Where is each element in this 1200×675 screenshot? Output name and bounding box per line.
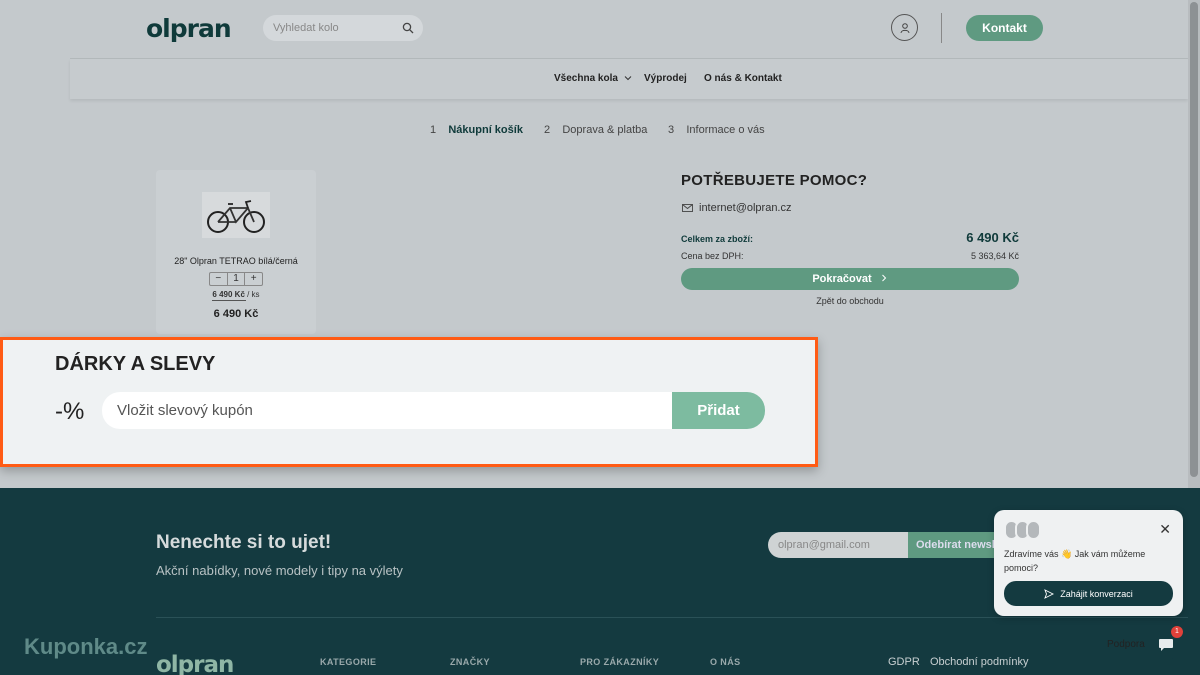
footer-link-terms[interactable]: Obchodní podmínky xyxy=(930,656,1028,668)
avatar xyxy=(1026,520,1041,540)
step-number: 3 xyxy=(668,124,675,136)
subscribe-button[interactable]: Odebírat newsletter xyxy=(908,532,1004,558)
continue-label: Pokračovat xyxy=(812,273,872,285)
summary-total-label: Celkem za zboží: xyxy=(681,234,754,244)
site-header: olpran Kontakt xyxy=(0,0,1188,58)
header-divider xyxy=(941,13,942,43)
newsletter-email-input[interactable] xyxy=(768,532,910,558)
account-button[interactable] xyxy=(891,14,918,41)
footer-logo[interactable]: olpran xyxy=(156,652,234,675)
footer-link-gdpr[interactable]: GDPR xyxy=(888,656,920,668)
search-box[interactable] xyxy=(263,15,423,41)
help-email[interactable]: internet@olpran.cz xyxy=(682,202,792,214)
user-icon xyxy=(900,22,909,33)
add-coupon-button[interactable]: Přidat xyxy=(672,392,765,429)
notification-badge: 1 xyxy=(1171,626,1183,638)
step-cart[interactable]: 1 Nákupní košík xyxy=(430,124,523,136)
start-chat-button[interactable]: Zahájit konverzaci xyxy=(1004,581,1173,606)
chat-icon xyxy=(1159,639,1173,651)
unit-price-suffix: / ks xyxy=(244,290,260,299)
item-total-price: 6 490 Kč xyxy=(213,308,259,320)
nav-item-all-bikes[interactable]: Všechna kola xyxy=(554,73,632,84)
summary-net-value: 5 363,64 Kč xyxy=(970,251,1019,261)
nav-item-about[interactable]: O nás & Kontakt xyxy=(704,73,782,84)
nav-item-sale[interactable]: Výprodej xyxy=(644,73,687,84)
summary-total-row: Celkem za zboží: 6 490 Kč xyxy=(681,230,1019,245)
summary-net-label: Cena bez DPH: xyxy=(681,251,744,261)
cart-item-card: 28" Olpran TETRAO bílá/černá − 1 + 6 490… xyxy=(156,170,316,334)
support-widget[interactable]: Podpora 1 xyxy=(1099,626,1183,662)
site-logo[interactable]: olpran xyxy=(146,14,232,43)
summary-net-row: Cena bez DPH: 5 363,64 Kč xyxy=(681,251,1019,261)
unit-price-value: 6 490 Kč xyxy=(212,290,245,299)
step-label: Informace o vás xyxy=(686,124,765,136)
search-input[interactable] xyxy=(273,22,393,34)
product-image[interactable] xyxy=(202,192,270,238)
watermark: Kuponka.cz xyxy=(24,634,148,659)
main-nav: Všechna kola Výprodej O nás & Kontakt xyxy=(70,59,1188,99)
chat-greeting: Zdravíme vás 👋 Jak vám můžeme pomoci? xyxy=(1004,549,1146,573)
qty-value[interactable]: 1 xyxy=(226,273,246,285)
chevron-right-icon xyxy=(881,274,886,282)
footer-col-about: O NÁS xyxy=(710,657,741,667)
coupon-input[interactable] xyxy=(102,392,674,429)
footer-divider xyxy=(156,617,1188,618)
start-chat-label: Zahájit konverzaci xyxy=(1060,588,1133,599)
scrollbar-thumb[interactable] xyxy=(1190,2,1198,477)
summary-total-value: 6 490 Kč xyxy=(966,230,1019,245)
step-shipping[interactable]: 2 Doprava & platba xyxy=(544,124,647,136)
mail-icon xyxy=(682,204,693,212)
chat-popup: ✕ Zdravíme vás 👋 Jak vám můžeme pomoci? … xyxy=(994,510,1183,616)
step-number: 1 xyxy=(430,124,437,136)
footer-col-brands: ZNAČKY xyxy=(450,657,490,667)
send-icon xyxy=(1044,588,1055,599)
chevron-down-icon xyxy=(624,76,632,81)
close-icon[interactable]: ✕ xyxy=(1159,521,1171,538)
discount-section: DÁRKY A SLEVY -% Přidat xyxy=(0,337,818,467)
newsletter-title: Nenechte si to ujet! xyxy=(156,532,332,553)
help-email-text[interactable]: internet@olpran.cz xyxy=(699,202,792,214)
nav-item-label: Všechna kola xyxy=(554,73,618,84)
search-icon[interactable] xyxy=(402,22,414,34)
footer-col-customers: PRO ZÁKAZNÍKY xyxy=(580,657,660,667)
footer-col-categories: KATEGORIE xyxy=(320,657,377,667)
product-name[interactable]: 28" Olpran TETRAO bílá/černá xyxy=(156,256,316,266)
contact-button[interactable]: Kontakt xyxy=(966,15,1043,41)
discount-title: DÁRKY A SLEVY xyxy=(55,353,216,375)
quantity-stepper: − 1 + xyxy=(209,272,263,286)
step-number: 2 xyxy=(544,124,551,136)
step-label: Nákupní košík xyxy=(448,124,523,136)
help-title: POTŘEBUJETE POMOC? xyxy=(681,172,868,189)
percent-icon: -% xyxy=(55,398,85,425)
back-to-shop-link[interactable]: Zpět do obchodu xyxy=(681,296,1019,306)
qty-increase-button[interactable]: + xyxy=(245,273,262,285)
bicycle-icon xyxy=(207,200,265,233)
unit-price: 6 490 Kč / ks xyxy=(156,290,316,299)
price-underline xyxy=(212,300,246,301)
step-info[interactable]: 3 Informace o vás xyxy=(668,124,765,136)
step-label: Doprava & platba xyxy=(562,124,648,136)
support-label: Podpora xyxy=(1107,639,1145,650)
continue-button[interactable]: Pokračovat xyxy=(681,268,1019,290)
newsletter-subtitle: Akční nabídky, nové modely i tipy na výl… xyxy=(156,563,403,578)
qty-decrease-button[interactable]: − xyxy=(210,273,227,285)
agent-avatars xyxy=(1004,520,1041,540)
